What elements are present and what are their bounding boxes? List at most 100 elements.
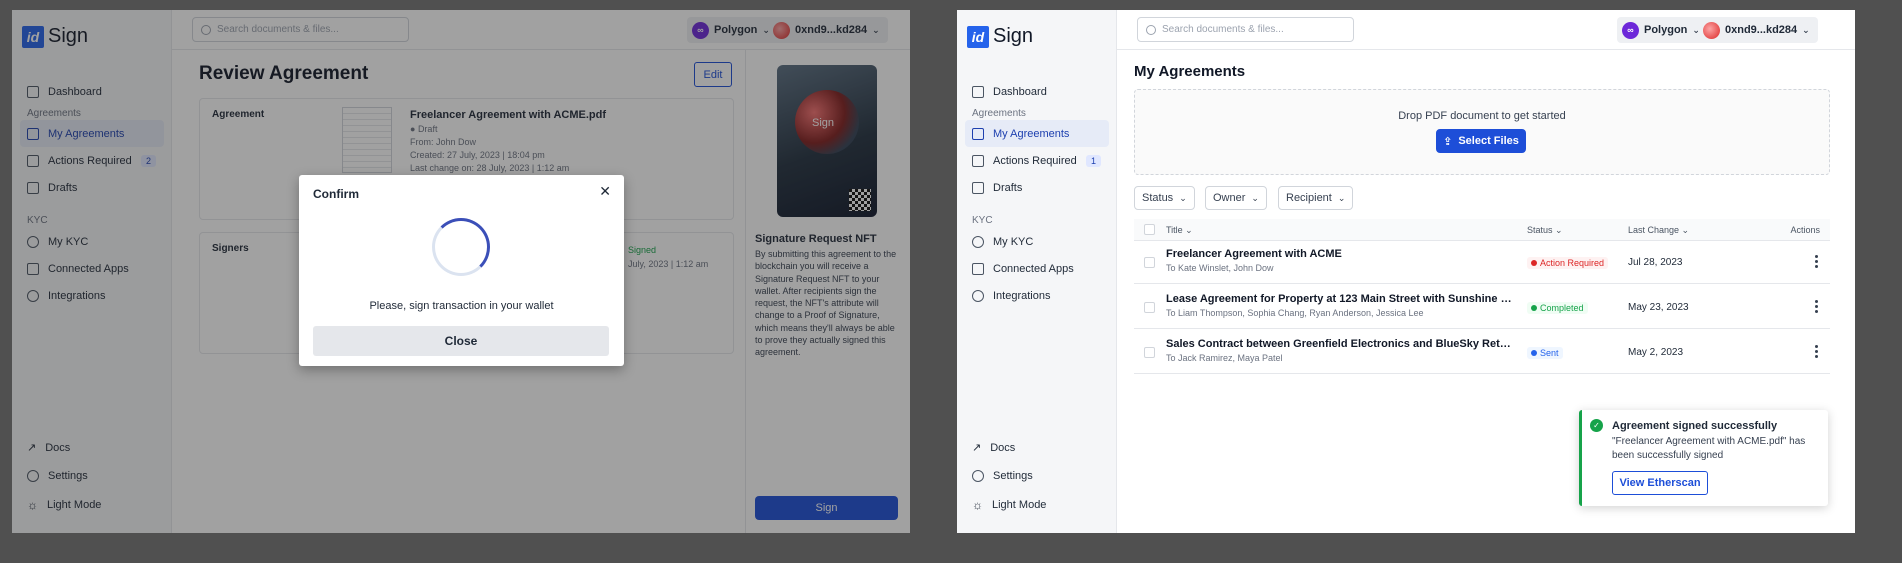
row-checkbox[interactable]: [1144, 302, 1155, 313]
sidebar-item-label: Connected Apps: [993, 262, 1074, 275]
pdf-drop-zone[interactable]: Drop PDF document to get started ⇪ Select…: [1134, 89, 1830, 175]
status-badge: Sent: [1527, 347, 1563, 359]
sidebar-section-agreements: Agreements: [972, 108, 1026, 119]
page-title: My Agreements: [1134, 63, 1246, 80]
sidebar-item-label: My KYC: [993, 235, 1034, 248]
sidebar-item-light-mode[interactable]: ☼ Light Mode: [965, 491, 1109, 518]
sidebar-item-settings[interactable]: Settings: [965, 462, 1109, 489]
sidebar-section-kyc: KYC: [972, 215, 993, 226]
grid-icon: [972, 85, 984, 98]
sidebar-item-my-kyc[interactable]: My KYC: [965, 228, 1109, 255]
topbar: Search documents & files... ∞ Polygon ⌄ 0x…: [1117, 10, 1855, 50]
sidebar-item-drafts[interactable]: Drafts: [965, 174, 1109, 201]
sidebar-item-dashboard[interactable]: Dashboard: [965, 78, 1109, 105]
close-icon[interactable]: ✕: [599, 183, 611, 200]
check-icon: ✓: [1590, 419, 1603, 432]
network-selector[interactable]: ∞ Polygon ⌄: [1617, 17, 1708, 43]
avatar: [1703, 21, 1720, 39]
status-label: Action Required: [1540, 258, 1605, 268]
status-label: Completed: [1540, 303, 1584, 313]
row-recipients: To Jack Ramirez, Maya Patel: [1166, 353, 1283, 363]
filter-owner[interactable]: Owner ⌄: [1205, 186, 1267, 210]
chevron-down-icon: ⌄: [1179, 192, 1187, 203]
column-title[interactable]: Title ⌄: [1166, 225, 1193, 236]
chevron-down-icon: ⌄: [1802, 24, 1810, 35]
sidebar-item-label: Actions Required: [993, 154, 1077, 167]
plug-icon: [972, 289, 984, 302]
search-input[interactable]: Search documents & files...: [1137, 17, 1354, 42]
document-icon: [972, 127, 984, 140]
row-title[interactable]: Lease Agreement for Property at 123 Main…: [1166, 293, 1518, 305]
right-app-window: id Sign Dashboard Agreements My Agreemen…: [957, 10, 1855, 533]
file-icon: [972, 181, 984, 194]
more-options-icon[interactable]: [1815, 300, 1819, 314]
upload-icon: ⇪: [1443, 135, 1453, 148]
chevron-down-icon: ⌄: [1337, 192, 1346, 203]
toast-body: "Freelancer Agreement with ACME.pdf" has…: [1612, 436, 1806, 461]
sidebar: id Sign Dashboard Agreements My Agreemen…: [957, 10, 1117, 533]
select-files-button[interactable]: ⇪ Select Files: [1436, 129, 1526, 153]
sidebar-item-label: Integrations: [993, 289, 1051, 302]
user-icon: [972, 235, 984, 248]
select-files-label: Select Files: [1458, 135, 1519, 147]
toast-title: Agreement signed successfully: [1612, 420, 1778, 432]
row-date: May 23, 2023: [1628, 302, 1689, 313]
modal-message: Please, sign transaction in your wallet: [369, 300, 554, 312]
arrow-icon: ↗: [972, 442, 982, 454]
row-date: May 2, 2023: [1628, 347, 1684, 358]
sun-icon: ☼: [972, 497, 983, 512]
confirm-modal: Confirm ✕ Please, sign transaction in yo…: [299, 175, 624, 366]
row-recipients: To Kate Winslet, John Dow: [1166, 263, 1274, 273]
sidebar-item-my-agreements[interactable]: My Agreements: [965, 120, 1109, 147]
sidebar-item-docs[interactable]: ↗ Docs: [965, 434, 1109, 461]
filter-label: Status: [1142, 192, 1174, 204]
polygon-icon: ∞: [1622, 21, 1639, 39]
filter-status[interactable]: Status ⌄: [1134, 186, 1195, 210]
logo-mark: id: [967, 25, 989, 48]
filter-label: Recipient: [1286, 192, 1332, 204]
sidebar-item-connected-apps[interactable]: Connected Apps: [965, 255, 1109, 282]
modal-close-button[interactable]: Close: [313, 326, 609, 356]
row-title[interactable]: Freelancer Agreement with ACME: [1166, 248, 1516, 260]
status-badge: Completed: [1527, 302, 1588, 314]
table-row[interactable]: Freelancer Agreement with ACME To Kate W…: [1134, 241, 1830, 284]
column-label: Last Change: [1628, 225, 1680, 235]
select-all-checkbox[interactable]: [1144, 224, 1155, 235]
more-options-icon[interactable]: [1815, 345, 1819, 359]
sidebar-item-label: Docs: [990, 441, 1016, 454]
sidebar-item-integrations[interactable]: Integrations: [965, 282, 1109, 309]
search-icon: [1146, 24, 1156, 35]
filter-label: Owner: [1213, 192, 1246, 204]
window-icon: [972, 262, 984, 275]
row-recipients: To Liam Thompson, Sophia Chang, Ryan And…: [1166, 308, 1424, 318]
left-app-window: id Sign Dashboard Agreements My Agreemen…: [12, 10, 910, 533]
filter-recipient[interactable]: Recipient ⌄: [1278, 186, 1354, 210]
account-selector[interactable]: 0xnd9...kd284 ⌄: [1698, 17, 1818, 43]
view-etherscan-button[interactable]: View Etherscan: [1612, 471, 1708, 495]
row-date: Jul 28, 2023: [1628, 257, 1683, 268]
table-row[interactable]: Lease Agreement for Property at 123 Main…: [1134, 286, 1830, 329]
sidebar-item-label: Drafts: [993, 181, 1023, 194]
more-options-icon[interactable]: [1815, 255, 1819, 269]
column-status[interactable]: Status ⌄: [1527, 225, 1563, 236]
sidebar-item-label: My Agreements: [993, 127, 1070, 140]
loading-spinner: [432, 218, 490, 276]
column-label: Status: [1527, 225, 1553, 235]
inbox-icon: [972, 154, 984, 167]
status-dot: [1531, 350, 1537, 356]
row-title[interactable]: Sales Contract between Greenfield Electr…: [1166, 338, 1516, 350]
modal-title: Confirm: [313, 187, 359, 201]
table-header: Title ⌄ Status ⌄ Last Change ⌄ Actions: [1134, 219, 1830, 241]
logo: id Sign: [967, 25, 1033, 48]
row-checkbox[interactable]: [1144, 257, 1155, 268]
column-last-change[interactable]: Last Change ⌄: [1628, 225, 1689, 236]
search-placeholder: Search documents & files...: [1162, 24, 1284, 35]
column-label: Title: [1166, 225, 1183, 235]
row-checkbox[interactable]: [1144, 347, 1155, 358]
sidebar-item-actions-required[interactable]: Actions Required 1: [965, 147, 1109, 174]
table-row[interactable]: Sales Contract between Greenfield Electr…: [1134, 331, 1830, 374]
sidebar-item-label: Light Mode: [992, 498, 1047, 511]
status-dot: [1531, 305, 1537, 311]
chevron-down-icon: ⌄: [1251, 192, 1259, 203]
gear-icon: [972, 469, 984, 482]
